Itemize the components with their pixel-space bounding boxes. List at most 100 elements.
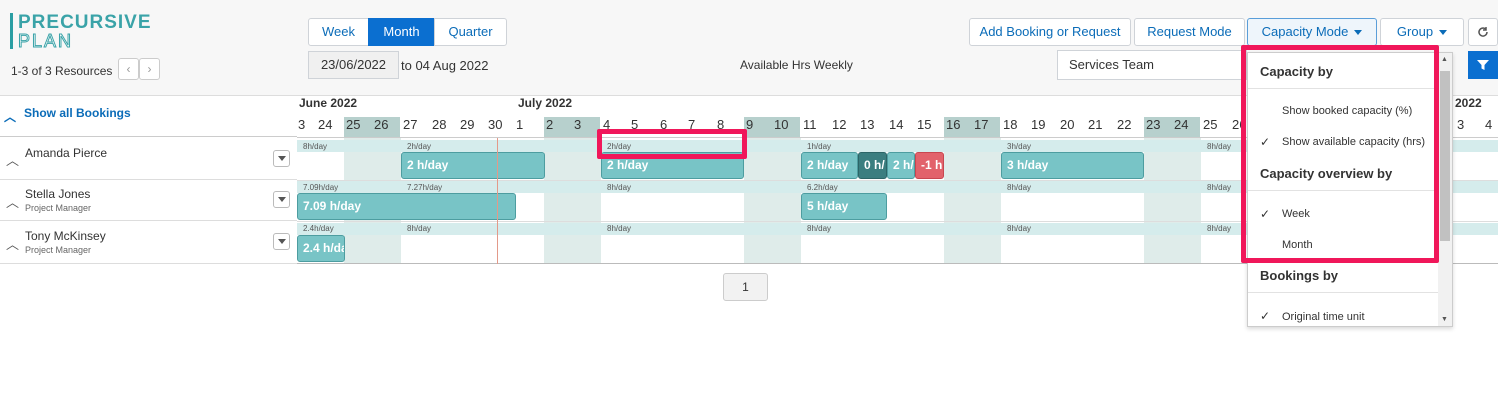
add-booking-button[interactable]: Add Booking or Request xyxy=(969,18,1131,46)
refresh-icon xyxy=(1478,27,1488,37)
row-menu-button[interactable] xyxy=(273,191,290,208)
tab-month[interactable]: Month xyxy=(368,18,435,46)
day-header-weekend: 23 xyxy=(1144,117,1172,138)
resource-row-tony[interactable]: ︿ Tony McKinsey Project Manager xyxy=(0,221,297,264)
chevron-down-icon xyxy=(1439,30,1448,36)
day-header: 30 xyxy=(488,117,503,132)
day-header-weekend: 24 xyxy=(1172,117,1200,138)
day-header: 18 xyxy=(1003,117,1018,132)
capacity-label: 2.4h/day xyxy=(303,224,334,233)
annotation-highlight-box xyxy=(597,129,747,159)
day-header-weekend: 17 xyxy=(972,117,1000,138)
start-date-input[interactable]: 23/06/2022 xyxy=(308,51,399,79)
tab-quarter[interactable]: Quarter xyxy=(434,18,507,46)
resource-row-amanda[interactable]: ︿ Amanda Pierce xyxy=(0,138,297,180)
day-header-weekend: 3 xyxy=(572,117,600,138)
capacity-label: 8h/day xyxy=(1207,224,1232,233)
booking-bar[interactable]: 2 h/day xyxy=(801,152,858,179)
resource-name: Stella Jones xyxy=(25,187,91,201)
chevron-up-icon: ︿ xyxy=(6,237,20,252)
resource-row-stella[interactable]: ︿ Stella Jones Project Manager xyxy=(0,180,297,221)
check-icon: ✓ xyxy=(1260,309,1271,323)
day-header: 22 xyxy=(1117,117,1132,132)
refresh-button[interactable] xyxy=(1468,18,1498,46)
request-mode-button[interactable]: Request Mode xyxy=(1134,18,1245,46)
capacity-mode-button[interactable]: Capacity Mode xyxy=(1247,18,1377,46)
page-1-button[interactable]: 1 xyxy=(723,273,768,301)
weekend-column xyxy=(544,138,601,264)
day-header: 28 xyxy=(432,117,447,132)
available-hours-label: Available Hrs Weekly xyxy=(740,58,853,72)
day-header: 12 xyxy=(832,117,847,132)
filter-button[interactable] xyxy=(1468,51,1498,79)
day-header-weekend: 9 xyxy=(744,117,772,138)
capacity-label: 7.27h/day xyxy=(407,183,443,192)
scrollbar-thumb[interactable] xyxy=(1440,71,1450,241)
day-header: 25 xyxy=(1203,117,1218,132)
day-header: 4 xyxy=(1485,117,1493,132)
day-header: 20 xyxy=(1060,117,1075,132)
row-menu-button[interactable] xyxy=(273,233,290,250)
capacity-label: 8h/day xyxy=(1207,142,1232,151)
day-header: 24 xyxy=(318,117,333,132)
team-select[interactable]: Services Team xyxy=(1057,50,1247,80)
next-page-button[interactable]: › xyxy=(139,58,160,80)
booking-bar[interactable]: 5 h/day xyxy=(801,193,887,220)
capacity-label: 1h/day xyxy=(807,142,832,151)
day-header-weekend: 10 xyxy=(772,117,800,138)
filter-icon xyxy=(1477,60,1489,70)
row-menu-button[interactable] xyxy=(273,150,290,167)
today-marker xyxy=(497,138,498,264)
original-time-unit-option[interactable]: Original time unit xyxy=(1282,311,1365,323)
tab-week[interactable]: Week xyxy=(308,18,369,46)
capacity-label: 6.2h/day xyxy=(807,183,838,192)
weekend-column xyxy=(744,138,801,264)
booking-bar[interactable]: 7.09 h/day xyxy=(297,193,516,220)
scroll-up-icon[interactable]: ▲ xyxy=(1441,56,1448,63)
day-header-weekend: 25 xyxy=(344,117,372,138)
day-header-weekend: 16 xyxy=(944,117,972,138)
capacity-label: 2h/day xyxy=(407,142,432,151)
booking-bar[interactable]: 2 h/ xyxy=(887,152,915,179)
show-all-bookings-toggle[interactable]: ︿ Show all Bookings xyxy=(0,96,297,137)
capacity-label: 8h/day xyxy=(1007,183,1032,192)
day-header: 11 xyxy=(803,117,817,132)
day-header: 15 xyxy=(917,117,932,132)
resource-name: Tony McKinsey xyxy=(25,229,106,243)
day-header: 13 xyxy=(860,117,875,132)
capacity-label: 8h/day xyxy=(407,224,432,233)
month-label-june: June 2022 xyxy=(299,96,358,110)
day-header: 27 xyxy=(403,117,418,132)
booking-bar-overbooked[interactable]: -1 h xyxy=(915,152,944,179)
group-label: Group xyxy=(1396,24,1434,39)
resource-role: Project Manager xyxy=(25,245,92,255)
day-header-weekend: 2 xyxy=(544,117,572,138)
booking-bar[interactable]: 2 h/day xyxy=(401,152,545,179)
capacity-mode-label: Capacity Mode xyxy=(1261,24,1349,39)
capacity-label: 8h/day xyxy=(1007,224,1032,233)
end-date-text: to 04 Aug 2022 xyxy=(401,58,489,73)
capacity-label: 8h/day xyxy=(607,224,632,233)
dropdown-scrollbar[interactable]: ▲ ▼ xyxy=(1438,53,1452,326)
capacity-label: 8h/day xyxy=(303,142,328,151)
month-label-july: July 2022 xyxy=(518,96,573,110)
group-button[interactable]: Group xyxy=(1380,18,1464,46)
booking-bar[interactable]: 3 h/day xyxy=(1001,152,1144,179)
month-label-august: 2022 xyxy=(1455,96,1482,110)
day-header: 21 xyxy=(1088,117,1103,132)
weekend-column xyxy=(944,138,1001,264)
chevron-up-icon: ︿ xyxy=(6,153,20,168)
booking-bar-zero[interactable]: 0 h/ xyxy=(858,152,887,179)
day-header: 19 xyxy=(1031,117,1046,132)
resource-name: Amanda Pierce xyxy=(25,146,108,160)
day-header: 29 xyxy=(460,117,475,132)
dropdown-divider xyxy=(1248,292,1438,293)
chevron-down-icon xyxy=(1354,30,1363,36)
capacity-label: 7.09h/day xyxy=(303,183,339,192)
capacity-label: 8h/day xyxy=(807,224,832,233)
chevron-up-icon: ︿ xyxy=(6,195,20,210)
weekend-column xyxy=(1144,138,1201,264)
scroll-down-icon[interactable]: ▼ xyxy=(1441,316,1448,323)
prev-page-button[interactable]: ‹ xyxy=(118,58,139,80)
booking-bar[interactable]: 2.4 h/da xyxy=(297,235,345,262)
